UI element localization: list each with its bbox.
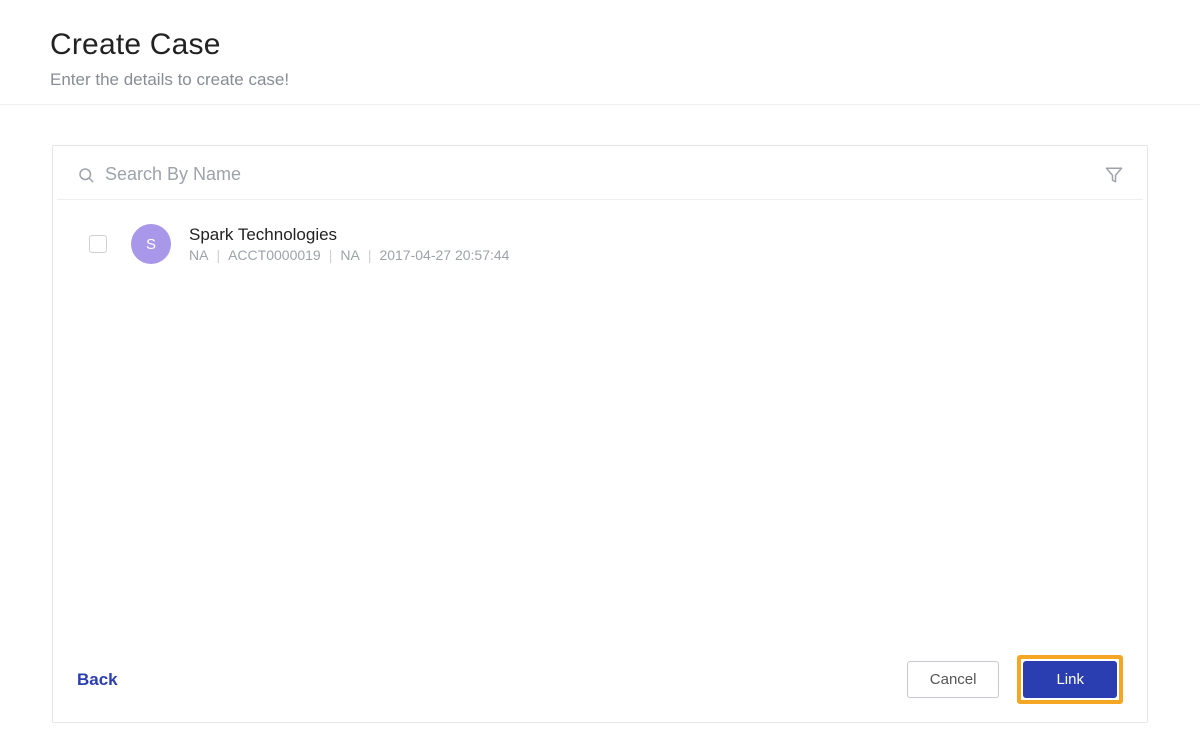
highlight-ring: Link (1017, 655, 1123, 704)
page-subtitle: Enter the details to create case! (50, 70, 1200, 90)
search-input[interactable] (105, 164, 1105, 185)
list-item[interactable]: S Spark Technologies NA | ACCT0000019 | … (53, 214, 1147, 274)
content-panel: S Spark Technologies NA | ACCT0000019 | … (52, 145, 1148, 723)
meta-value: NA (189, 247, 208, 263)
search-icon (77, 166, 95, 184)
item-checkbox[interactable] (89, 235, 107, 253)
item-name: Spark Technologies (189, 225, 1127, 245)
page-title: Create Case (50, 28, 1200, 62)
item-meta: NA | ACCT0000019 | NA | 2017-04-27 20:57… (189, 247, 1127, 263)
link-button[interactable]: Link (1023, 661, 1117, 698)
cancel-button[interactable]: Cancel (907, 661, 1000, 698)
meta-value: NA (340, 247, 359, 263)
page-header: Create Case Enter the details to create … (0, 0, 1200, 105)
meta-separator: | (216, 247, 220, 263)
item-text: Spark Technologies NA | ACCT0000019 | NA… (189, 225, 1127, 263)
panel-footer: Back Cancel Link (53, 637, 1147, 722)
back-button[interactable]: Back (77, 670, 118, 690)
search-row (57, 146, 1143, 200)
avatar: S (131, 224, 171, 264)
meta-value: 2017-04-27 20:57:44 (379, 247, 509, 263)
meta-separator: | (329, 247, 333, 263)
meta-separator: | (368, 247, 372, 263)
meta-value: ACCT0000019 (228, 247, 321, 263)
results-list: S Spark Technologies NA | ACCT0000019 | … (53, 200, 1147, 637)
filter-icon[interactable] (1105, 166, 1123, 184)
